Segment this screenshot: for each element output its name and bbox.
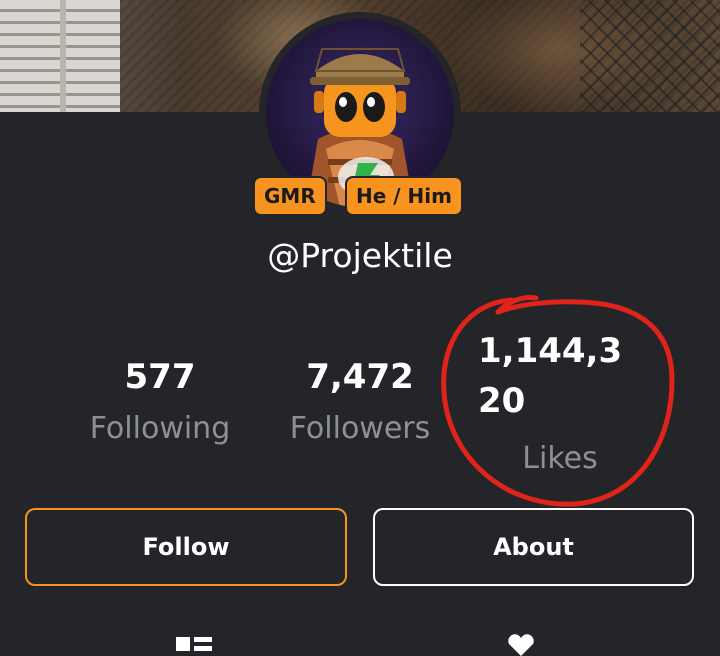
following-label[interactable]: Following bbox=[70, 411, 250, 446]
heart-icon[interactable] bbox=[506, 634, 536, 656]
follow-button[interactable]: Follow bbox=[25, 508, 347, 586]
followers-count[interactable]: 7,472 bbox=[280, 357, 440, 397]
pronouns-badge: He / Him bbox=[345, 176, 463, 216]
following-count[interactable]: 577 bbox=[80, 357, 240, 397]
cover-net bbox=[580, 0, 720, 112]
about-button[interactable]: About bbox=[373, 508, 694, 586]
username: @Projektile bbox=[267, 236, 453, 275]
profile-page: GMR He / Him @Projektile 577 Following 7… bbox=[0, 0, 720, 656]
likes-count[interactable]: 1,144,320 bbox=[478, 326, 628, 426]
gmr-badge: GMR bbox=[253, 176, 327, 216]
grid-icon[interactable] bbox=[176, 634, 212, 656]
window-blinds bbox=[0, 0, 120, 112]
followers-label[interactable]: Followers bbox=[275, 411, 445, 446]
likes-label[interactable]: Likes bbox=[500, 441, 620, 476]
